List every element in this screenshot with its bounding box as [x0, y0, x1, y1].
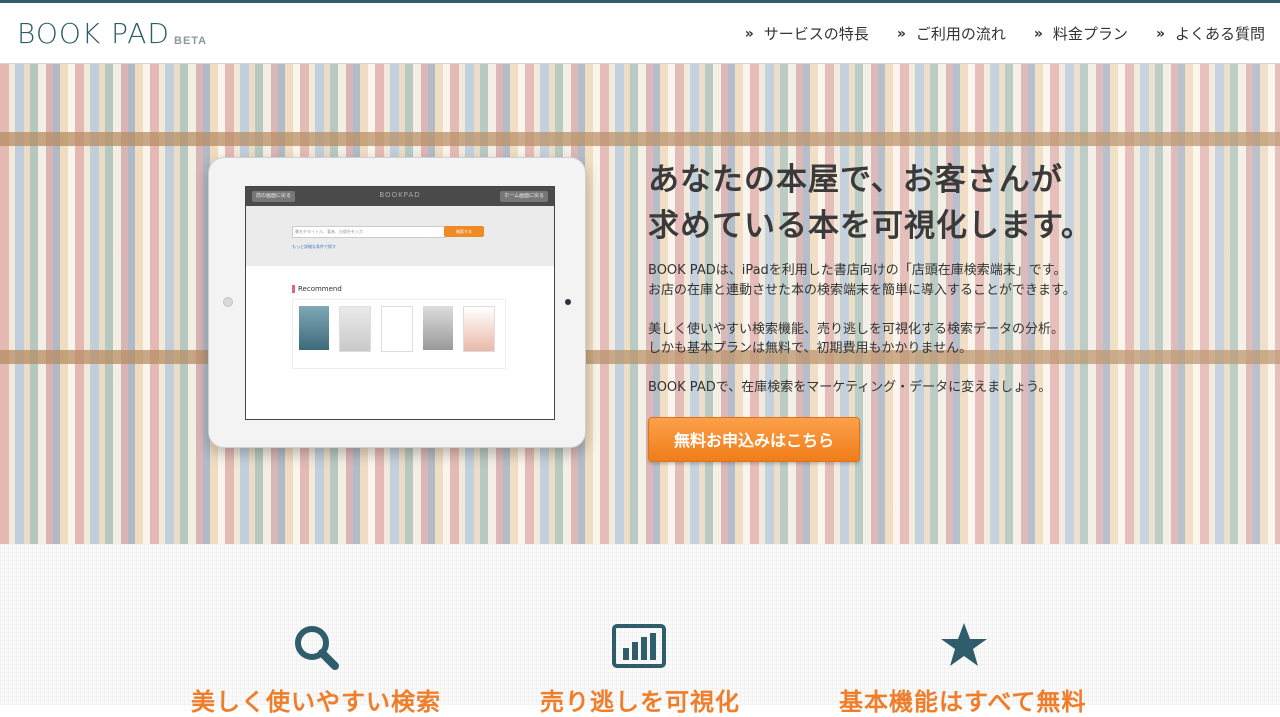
screen-recommend-label: Recommend — [292, 285, 342, 293]
hero-headline-line1: あなたの本屋で、お客さんが — [648, 162, 1063, 198]
hero-headline-line2: 求めている本を可視化します。 — [648, 208, 1093, 244]
nav-faq-label: よくある質問 — [1174, 25, 1265, 43]
feature-search-title: 美しく使いやすい検索 — [191, 688, 441, 716]
hero-paragraph: BOOK PADは、iPadを利用した書店向けの「店頭在庫検索端末」です。 お店… — [648, 261, 1076, 300]
feature-visualize-title: 売り逃しを可視化 — [540, 688, 740, 716]
nav-features[interactable]: » サービスの特長 — [745, 23, 869, 44]
bar-chart-icon — [612, 624, 666, 668]
book-cover — [381, 306, 413, 352]
signup-button[interactable]: 無料お申込みはこちら — [648, 417, 860, 462]
hero-description: BOOK PADは、iPadを利用した書店向けの「店頭在庫検索端末」です。 お店… — [648, 261, 1076, 417]
hero-paragraph2-line2: しかも基本プランは無料で、初期費用もかかりません。 — [648, 341, 973, 356]
double-chevron-right-icon: » — [896, 25, 906, 42]
screen-search-area: 書名やタイトル、著者、出版社を入力 検索する もっと詳細な条件で探す — [246, 206, 554, 266]
star-icon — [941, 623, 987, 666]
logo[interactable]: BOOK PAD — [17, 17, 170, 50]
double-chevron-right-icon: » — [1155, 25, 1165, 42]
screen-toolbar: 前の画面に戻る BOOKPAD ホーム画面に戻る — [246, 187, 554, 206]
nav-pricing[interactable]: » 料金プラン — [1034, 23, 1128, 44]
hero-section: 前の画面に戻る BOOKPAD ホーム画面に戻る 書名やタイトル、著者、出版社を… — [0, 64, 1280, 544]
ipad-mockup: 前の画面に戻る BOOKPAD ホーム画面に戻る 書名やタイトル、著者、出版社を… — [208, 157, 586, 448]
double-chevron-right-icon: » — [744, 25, 754, 42]
hero-paragraph3: BOOK PADで、在庫検索をマーケティング・データに変えましょう。 — [648, 380, 1052, 395]
ipad-home-button — [565, 299, 571, 305]
screen-book-list — [292, 299, 506, 369]
screen-search-button: 検索する — [444, 226, 484, 237]
nav-flow-label: ご利用の流れ — [915, 25, 1006, 43]
double-chevron-right-icon: » — [1033, 25, 1043, 42]
hero-overlay — [0, 64, 1280, 544]
site-header: BOOK PAD BETA » サービスの特長 » ご利用の流れ » 料金プラン… — [0, 3, 1280, 64]
hero-paragraph: BOOK PADで、在庫検索をマーケティング・データに変えましょう。 — [648, 378, 1076, 398]
screen-home-button: ホーム画面に戻る — [500, 191, 548, 202]
hero-paragraph: 美しく使いやすい検索機能、売り逃しを可視化する検索データの分析。 しかも基本プラ… — [648, 320, 1076, 359]
book-cover — [339, 306, 371, 352]
feature-free-title: 基本機能はすべて無料 — [839, 688, 1087, 716]
screen-advanced-link: もっと詳細な条件で探す — [292, 244, 336, 249]
search-icon — [295, 626, 339, 670]
book-cover — [463, 306, 495, 352]
nav-flow[interactable]: » ご利用の流れ — [897, 23, 1006, 44]
hero-headline: あなたの本屋で、お客さんが 求めている本を可視化します。 — [648, 157, 1093, 249]
main-nav: » サービスの特長 » ご利用の流れ » 料金プラン » よくある質問 — [745, 23, 1265, 44]
features-section: 美しく使いやすい検索 売り逃しを可視化 基本機能はすべて無料 — [0, 544, 1280, 716]
nav-features-label: サービスの特長 — [763, 25, 869, 43]
hero-paragraph2-line1: 美しく使いやすい検索機能、売り逃しを可視化する検索データの分析。 — [648, 321, 1065, 337]
ipad-camera — [223, 297, 233, 307]
book-cover — [299, 306, 329, 350]
nav-faq[interactable]: » よくある質問 — [1156, 23, 1265, 44]
nav-pricing-label: 料金プラン — [1052, 25, 1128, 43]
beta-badge: BETA — [174, 35, 208, 47]
screen-search-input: 書名やタイトル、著者、出版社を入力 — [292, 226, 446, 238]
ipad-screen: 前の画面に戻る BOOKPAD ホーム画面に戻る 書名やタイトル、著者、出版社を… — [245, 186, 555, 420]
hero-paragraph1-line2: お店の在庫と連動させた本の検索端末を簡単に導入することができます。 — [648, 282, 1076, 298]
hero-paragraph1-line1: BOOK PADは、iPadを利用した書店向けの「店頭在庫検索端末」です。 — [648, 263, 1067, 278]
book-cover — [423, 306, 453, 350]
